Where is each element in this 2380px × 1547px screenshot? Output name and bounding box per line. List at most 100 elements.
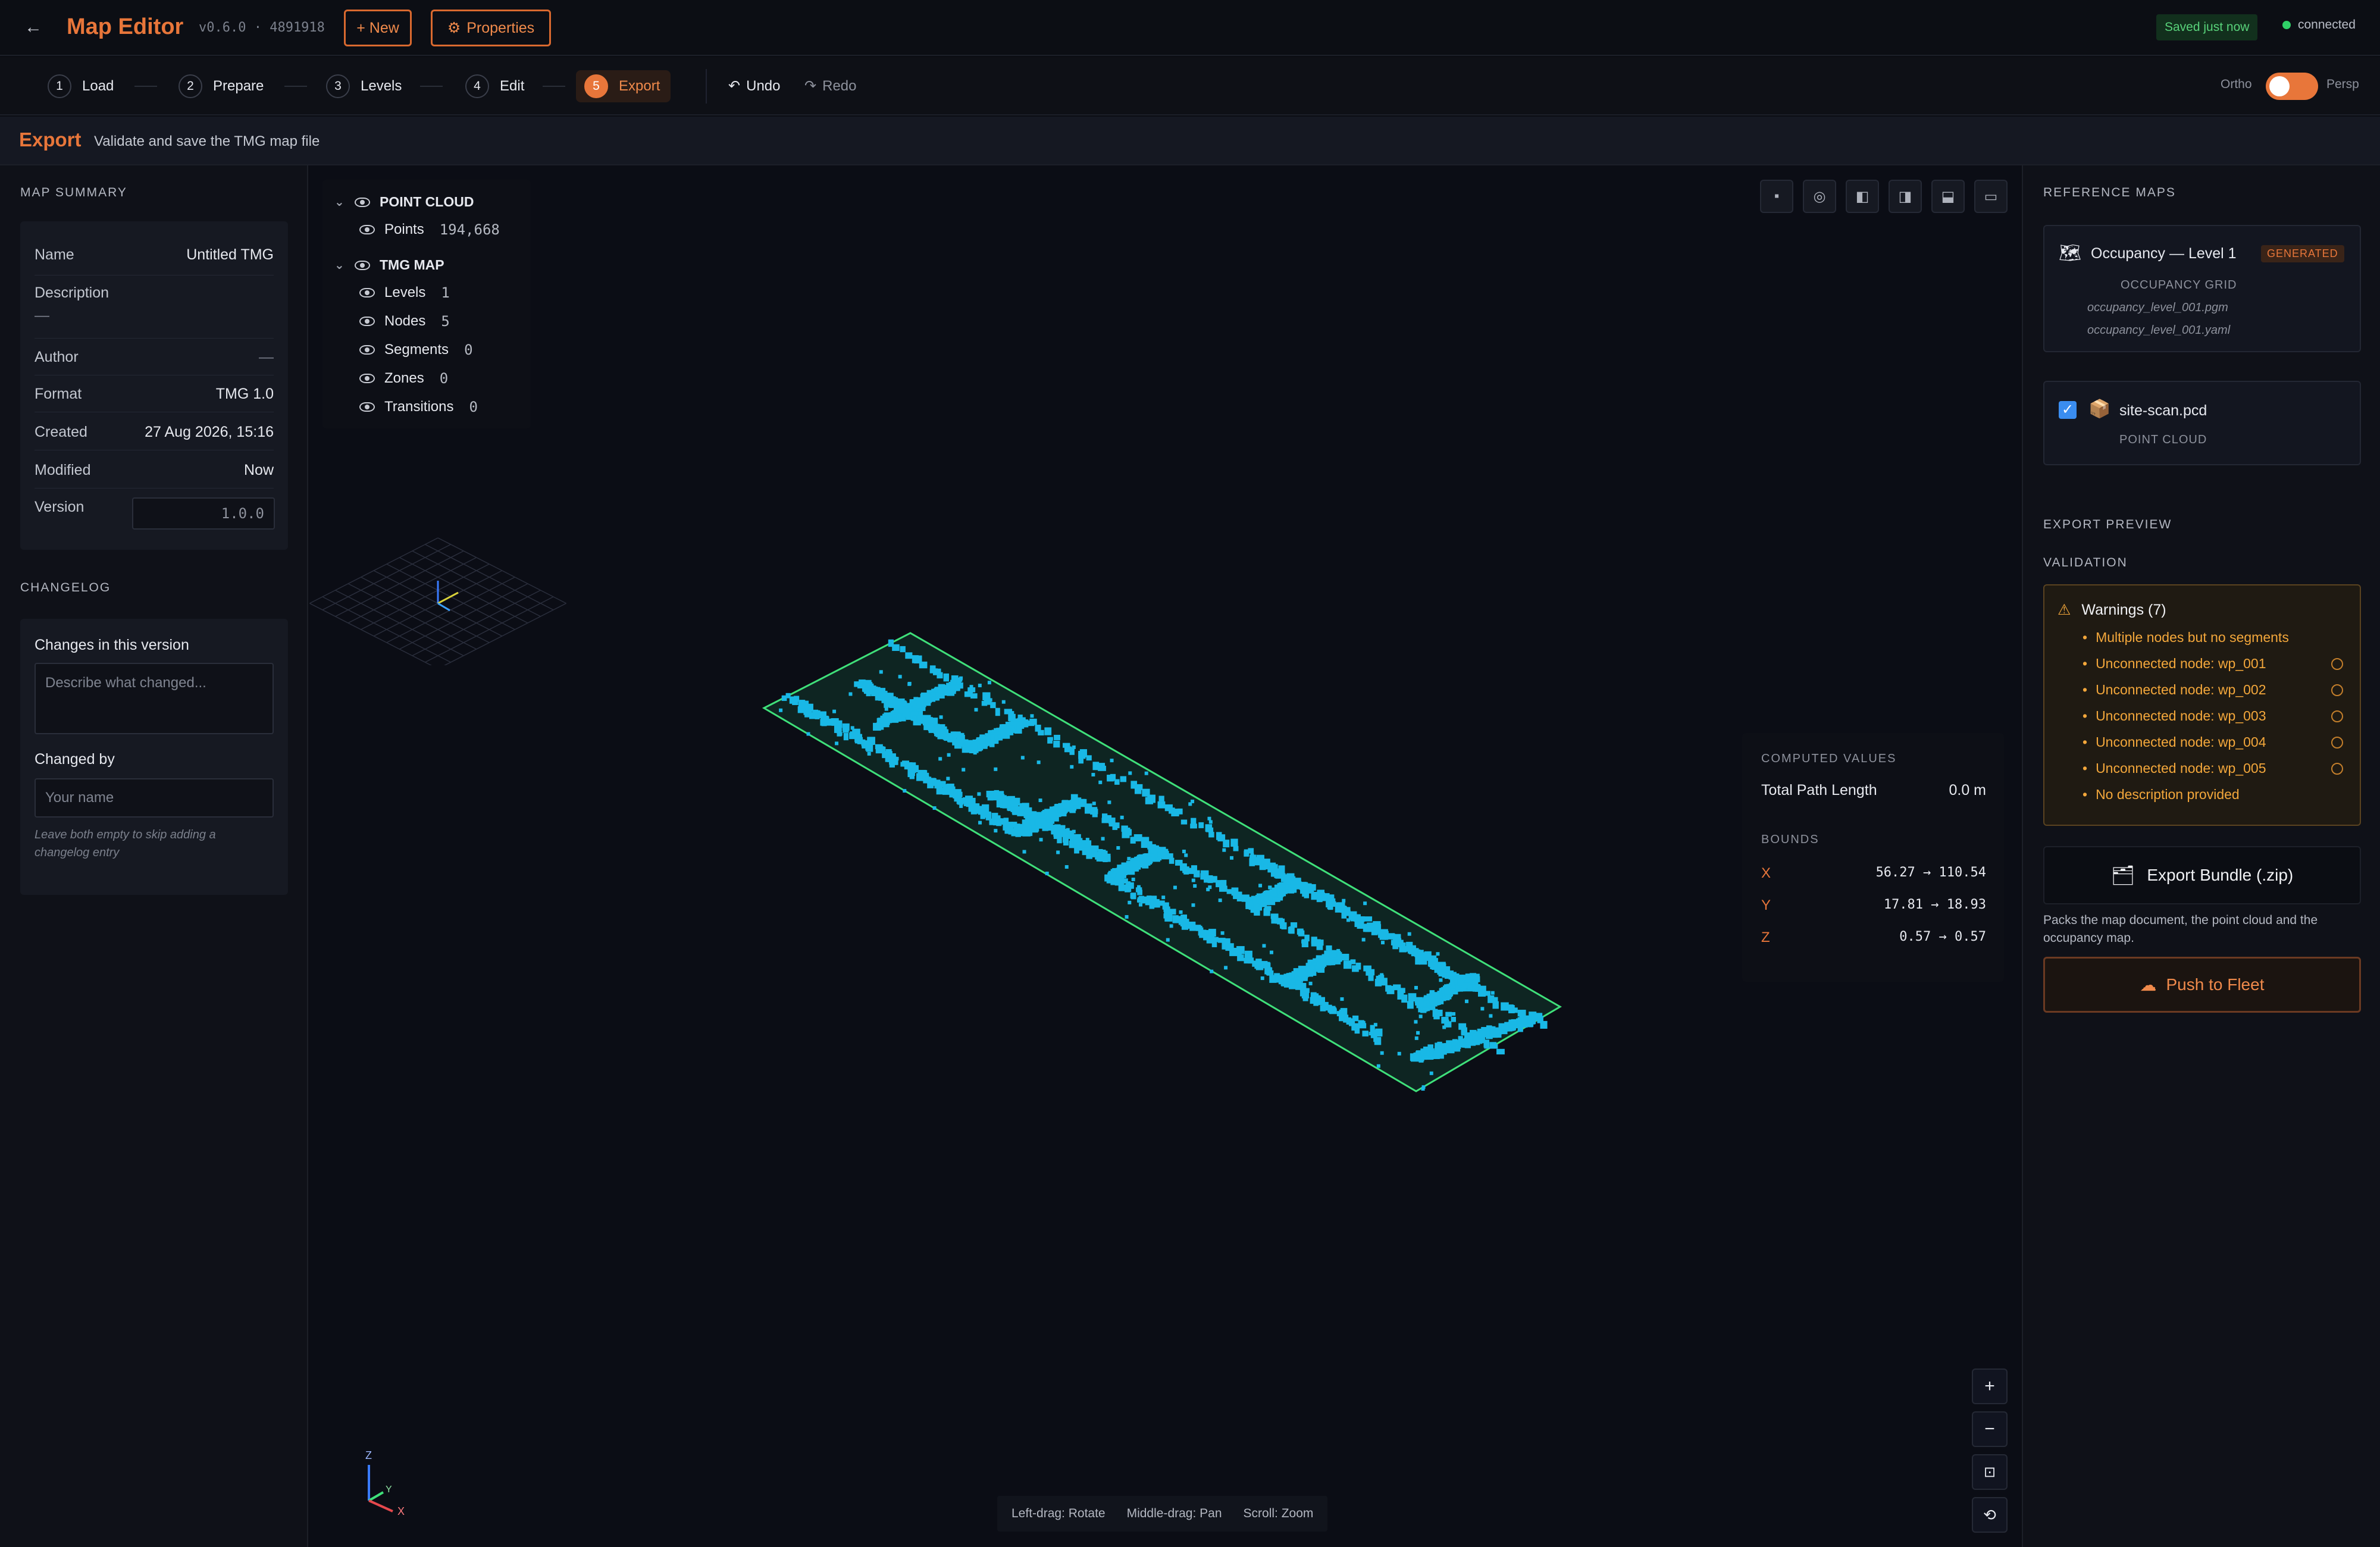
eye-icon[interactable] xyxy=(359,288,375,298)
3d-viewport[interactable]: ⌄ POINT CLOUD Points 194,668 ⌄ TMG MAP L… xyxy=(309,165,2021,1547)
cloud-point xyxy=(1446,970,1454,977)
cloud-point xyxy=(1191,799,1195,803)
layer-row-levels[interactable]: Levels 1 xyxy=(359,284,450,301)
eye-icon[interactable] xyxy=(355,197,370,207)
layer-group-label: TMG MAP xyxy=(380,257,444,273)
reference-map-pointcloud[interactable]: ✓ 📦 site-scan.pcd POINT CLOUD xyxy=(2043,381,2361,465)
push-to-fleet-button[interactable]: ☁ Push to Fleet xyxy=(2043,957,2361,1013)
redo-button[interactable]: ↷ Redo xyxy=(804,77,856,95)
reference-name: Occupancy — Level 1 xyxy=(2091,245,2237,262)
cloud-point xyxy=(1136,885,1141,889)
view-top-button[interactable]: ▪ xyxy=(1760,180,1793,213)
layer-group-tmg-map[interactable]: ⌄ TMG MAP xyxy=(334,257,444,273)
reference-type: POINT CLOUD xyxy=(2119,433,2207,446)
new-button[interactable]: + New xyxy=(344,10,412,46)
cloud-point xyxy=(1169,924,1173,928)
map-summary-title: MAP SUMMARY xyxy=(20,186,127,199)
left-panel: MAP SUMMARY Name Untitled TMG Descriptio… xyxy=(0,165,308,1547)
cloud-point xyxy=(1113,822,1120,828)
cloud-point xyxy=(939,715,943,719)
locate-node-icon[interactable] xyxy=(2331,657,2343,670)
cloud-point xyxy=(925,774,929,778)
zoom-in-button[interactable]: + xyxy=(1972,1368,2008,1404)
reset-view-button[interactable]: ⟲ xyxy=(1972,1497,2008,1533)
view-front-button[interactable]: ⬓ xyxy=(1931,180,1965,213)
cloud-point xyxy=(1064,865,1069,869)
row-value: — xyxy=(259,349,274,365)
step-export[interactable]: 5 Export xyxy=(576,70,671,102)
layer-row-nodes[interactable]: Nodes 5 xyxy=(359,313,450,330)
locate-node-icon[interactable] xyxy=(2331,762,2343,775)
step-load[interactable]: 1 Load xyxy=(48,70,114,102)
cloud-point xyxy=(1358,1023,1367,1029)
cloud-point xyxy=(937,672,943,679)
layer-group-point-cloud[interactable]: ⌄ POINT CLOUD xyxy=(334,194,474,210)
step-label: Edit xyxy=(500,78,525,94)
undo-button[interactable]: ↶ Undo xyxy=(728,77,780,95)
back-arrow-icon[interactable]: ← xyxy=(24,18,43,37)
cloud-point xyxy=(1244,850,1250,857)
checkbox-checked-icon[interactable]: ✓ xyxy=(2059,401,2077,419)
view-iso-button[interactable]: ◎ xyxy=(1803,180,1836,213)
properties-button[interactable]: ⚙ Properties xyxy=(431,10,551,46)
eye-icon[interactable] xyxy=(359,402,375,412)
layer-row-points[interactable]: Points 194,668 xyxy=(359,221,500,238)
step-label: Load xyxy=(82,78,114,94)
panel-bottom-icon: ⬓ xyxy=(1941,188,1955,205)
cloud-point xyxy=(819,711,826,718)
summary-row-modified: Modified Now xyxy=(35,462,274,479)
eye-icon[interactable] xyxy=(359,225,375,234)
cloud-point xyxy=(884,707,888,711)
top-bar: ← Map Editor v0.6.0 · 4891918 + New ⚙ Pr… xyxy=(0,0,2380,56)
cloud-point xyxy=(999,819,1003,823)
cloud-point xyxy=(1038,729,1044,736)
eye-icon[interactable] xyxy=(359,374,375,383)
chevron-down-icon[interactable]: ⌄ xyxy=(334,258,345,273)
cloud-point xyxy=(1124,827,1130,834)
step-label: Levels xyxy=(361,78,402,94)
locate-node-icon[interactable] xyxy=(2331,684,2343,696)
step-prepare[interactable]: 2 Prepare xyxy=(178,70,264,102)
cloud-point xyxy=(1321,1001,1329,1009)
changes-textarea[interactable]: Describe what changed... xyxy=(35,663,274,734)
view-right-button[interactable]: ◨ xyxy=(1889,180,1922,213)
version-input[interactable]: 1.0.0 xyxy=(132,497,275,530)
warning-text: Unconnected node: wp_001 xyxy=(2096,656,2266,671)
locate-node-icon[interactable] xyxy=(2331,736,2343,749)
connection-status: connected xyxy=(2282,18,2356,32)
axis-value: 17.81 → 18.93 xyxy=(1883,897,1986,912)
cloud-point xyxy=(1284,875,1291,884)
chevron-down-icon[interactable]: ⌄ xyxy=(334,195,345,209)
view-back-button[interactable]: ▭ xyxy=(1974,180,2008,213)
reference-map-occupancy[interactable]: 🗺 Occupancy — Level 1 GENERATED OCCUPANC… xyxy=(2043,225,2361,352)
layer-row-transitions[interactable]: Transitions 0 xyxy=(359,399,478,415)
changed-by-input[interactable]: Your name xyxy=(35,778,274,818)
export-bundle-button[interactable]: 🗂 Export Bundle (.zip) xyxy=(2043,846,2361,904)
computed-title: COMPUTED VALUES xyxy=(1761,752,1897,765)
projection-toggle[interactable] xyxy=(2266,73,2318,100)
cloud-point xyxy=(1311,892,1318,900)
layer-row-segments[interactable]: Segments 0 xyxy=(359,342,473,358)
cloud-point xyxy=(1098,780,1103,784)
eye-icon[interactable] xyxy=(355,260,370,270)
view-left-button[interactable]: ◧ xyxy=(1846,180,1879,213)
cloud-point xyxy=(1198,822,1204,828)
cloud-point xyxy=(1478,985,1486,992)
zoom-out-button[interactable]: − xyxy=(1972,1411,2008,1447)
persp-label: Persp xyxy=(2326,77,2359,91)
locate-node-icon[interactable] xyxy=(2331,710,2343,722)
cloud-point xyxy=(1114,779,1120,785)
cloud-point xyxy=(1153,901,1160,908)
layer-value: 1 xyxy=(441,284,450,301)
step-levels[interactable]: 3 Levels xyxy=(326,70,402,102)
cloud-point xyxy=(888,703,892,707)
step-edit[interactable]: 4 Edit xyxy=(465,70,524,102)
eye-icon[interactable] xyxy=(359,345,375,355)
cloud-point xyxy=(815,713,820,719)
layer-row-zones[interactable]: Zones 0 xyxy=(359,370,448,387)
cloud-point xyxy=(1444,1045,1452,1053)
cloud-point xyxy=(892,696,896,700)
fit-view-button[interactable]: ⊡ xyxy=(1972,1454,2008,1490)
eye-icon[interactable] xyxy=(359,317,375,326)
cloud-point xyxy=(1103,857,1108,862)
